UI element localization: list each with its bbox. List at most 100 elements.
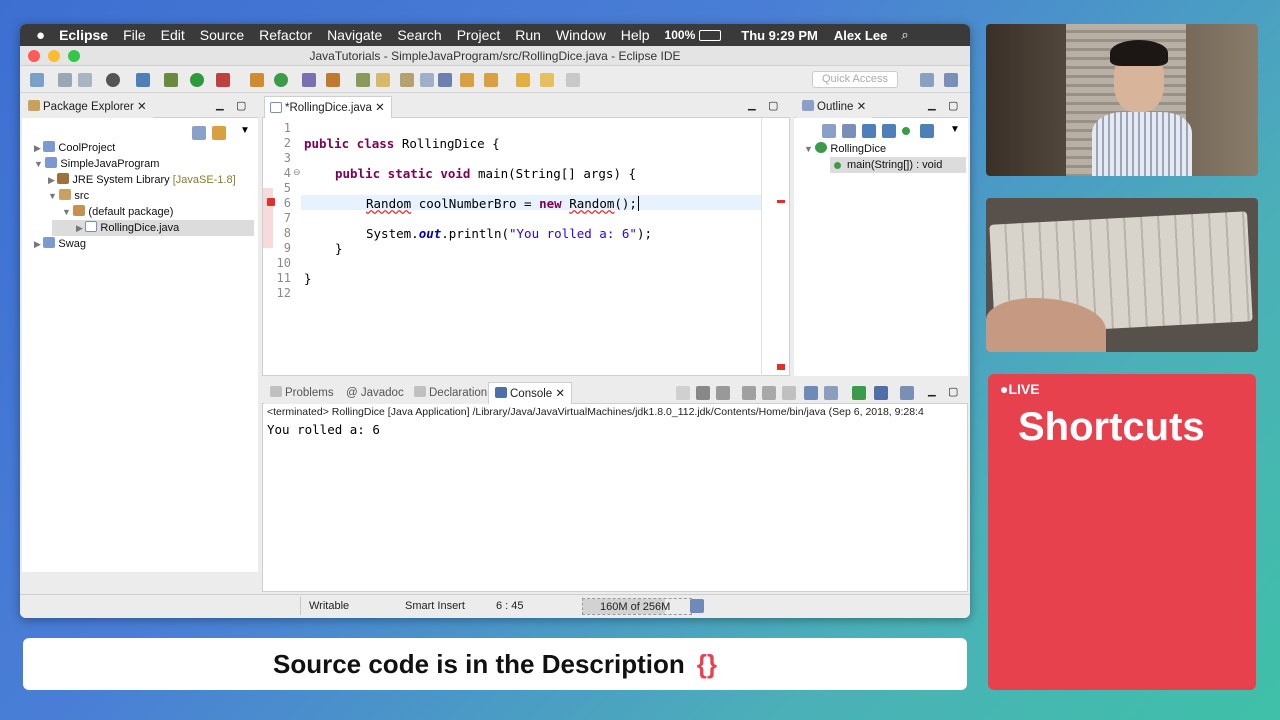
save-all-icon[interactable] bbox=[78, 73, 92, 87]
next-annotation-icon[interactable] bbox=[460, 73, 474, 87]
maximize-icon[interactable]: ▢ bbox=[768, 99, 778, 112]
view-menu-icon[interactable]: ▼ bbox=[950, 124, 960, 135]
new-class-icon[interactable] bbox=[274, 73, 288, 87]
tree-item-coolproject[interactable]: ▶ CoolProject bbox=[34, 140, 115, 156]
outline-class-item[interactable]: ▼ RollingDice bbox=[804, 141, 886, 157]
code-editor[interactable]: 1 2 3 4 5 6 7 8 9 10 11 12 ⊖ public clas… bbox=[262, 118, 790, 376]
menu-edit[interactable]: Edit bbox=[161, 27, 185, 43]
save-icon[interactable] bbox=[58, 73, 72, 87]
battery-icon[interactable] bbox=[699, 29, 722, 41]
quick-access-input[interactable]: Quick Access bbox=[812, 71, 898, 88]
tree-item-jre[interactable]: ▶ JRE System Library [JavaSE-1.8] bbox=[48, 172, 236, 188]
forward-icon[interactable] bbox=[566, 73, 580, 87]
apple-icon[interactable]: ● bbox=[36, 27, 45, 44]
chevron-down-icon[interactable]: ▼ bbox=[62, 207, 73, 217]
pilcrow-icon[interactable] bbox=[438, 73, 452, 87]
tab-outline[interactable]: Outline ✕ bbox=[796, 96, 873, 118]
menu-project[interactable]: Project bbox=[457, 27, 501, 43]
show-whitespace-icon[interactable] bbox=[420, 73, 434, 87]
clear-console-icon[interactable] bbox=[742, 386, 756, 400]
close-icon[interactable]: ✕ bbox=[555, 388, 565, 400]
tree-item-src[interactable]: ▼ src bbox=[48, 188, 89, 204]
menu-window[interactable]: Window bbox=[556, 27, 606, 43]
minimize-icon[interactable]: ▁ bbox=[928, 386, 936, 397]
tab-javadoc[interactable]: @ Javadoc bbox=[340, 382, 410, 404]
run-external-tool-icon[interactable] bbox=[216, 73, 230, 87]
tree-item-swag[interactable]: ▶ Swag bbox=[34, 236, 86, 252]
tree-item-rollingdice[interactable]: ▶ RollingDice.java bbox=[52, 220, 254, 236]
java-perspective-icon[interactable] bbox=[944, 73, 958, 87]
back-icon[interactable] bbox=[540, 73, 554, 87]
run-icon[interactable] bbox=[190, 73, 204, 87]
chevron-down-icon[interactable]: ▼ bbox=[804, 144, 815, 154]
menu-run[interactable]: Run bbox=[515, 27, 541, 43]
tab-console[interactable]: Console ✕ bbox=[488, 382, 573, 404]
menu-source[interactable]: Source bbox=[200, 27, 244, 43]
minimize-icon[interactable]: ▁ bbox=[928, 100, 936, 111]
chevron-right-icon[interactable]: ▶ bbox=[34, 239, 43, 249]
open-type-icon[interactable] bbox=[302, 73, 316, 87]
display-console-icon[interactable] bbox=[874, 386, 888, 400]
terminate-icon[interactable] bbox=[676, 386, 690, 400]
minimize-icon[interactable]: ▁ bbox=[216, 100, 224, 111]
link-with-editor-icon[interactable] bbox=[212, 126, 226, 140]
highlight-icon[interactable] bbox=[376, 73, 390, 87]
close-icon[interactable]: ✕ bbox=[137, 101, 147, 113]
menu-file[interactable]: File bbox=[123, 27, 146, 43]
fold-icon[interactable]: ⊖ bbox=[293, 167, 301, 178]
close-icon[interactable]: ✕ bbox=[375, 102, 385, 114]
status-insert-mode[interactable]: Smart Insert bbox=[405, 600, 465, 612]
tab-declaration[interactable]: Declaration bbox=[408, 382, 494, 404]
block-selection-icon[interactable] bbox=[400, 73, 414, 87]
search-tool-icon[interactable] bbox=[326, 73, 340, 87]
chevron-right-icon[interactable]: ▶ bbox=[76, 223, 85, 233]
zoom-window-button[interactable] bbox=[68, 50, 80, 62]
outline-method-item[interactable]: main(String[]) : void bbox=[830, 157, 966, 173]
tree-item-default-package[interactable]: ▼ (default package) bbox=[62, 204, 173, 220]
tree-item-simplejavaprogram[interactable]: ▼ SimpleJavaProgram bbox=[34, 156, 159, 172]
tab-package-explorer[interactable]: Package Explorer ✕ bbox=[22, 96, 153, 118]
close-window-button[interactable] bbox=[28, 50, 40, 62]
prev-annotation-icon[interactable] bbox=[484, 73, 498, 87]
console-panel[interactable]: <terminated> RollingDice [Java Applicati… bbox=[262, 404, 968, 592]
collapse-all-icon[interactable] bbox=[192, 126, 206, 140]
maximize-icon[interactable]: ▢ bbox=[948, 99, 958, 112]
chevron-right-icon[interactable]: ▶ bbox=[48, 175, 57, 185]
hide-nonpublic-icon[interactable] bbox=[902, 127, 910, 135]
pin-console-icon[interactable] bbox=[852, 386, 866, 400]
new-icon[interactable] bbox=[30, 73, 44, 87]
new-java-project-icon[interactable] bbox=[250, 73, 264, 87]
collapse-all-icon[interactable] bbox=[822, 124, 836, 138]
menu-refactor[interactable]: Refactor bbox=[259, 27, 312, 43]
word-wrap-icon[interactable] bbox=[782, 386, 796, 400]
scroll-lock-icon[interactable] bbox=[762, 386, 776, 400]
toggle-mark-occurrences-icon[interactable] bbox=[356, 73, 370, 87]
overview-error-marker[interactable] bbox=[777, 200, 785, 203]
skip-breakpoints-icon[interactable] bbox=[136, 73, 150, 87]
chevron-down-icon[interactable]: ▼ bbox=[48, 191, 59, 201]
close-icon[interactable]: ✕ bbox=[857, 101, 867, 113]
open-console-icon[interactable] bbox=[900, 386, 914, 400]
clock[interactable]: Thu 9:29 PM bbox=[741, 28, 818, 43]
user-name[interactable]: Alex Lee bbox=[834, 28, 887, 43]
view-menu-icon[interactable]: ▼ bbox=[240, 125, 250, 136]
menu-navigate[interactable]: Navigate bbox=[327, 27, 382, 43]
last-edit-icon[interactable] bbox=[516, 73, 530, 87]
overview-error-marker[interactable] bbox=[777, 364, 785, 370]
heap-status[interactable]: 160M of 256M bbox=[582, 598, 692, 615]
hide-local-types-icon[interactable] bbox=[920, 124, 934, 138]
minimize-window-button[interactable] bbox=[48, 50, 60, 62]
tab-rollingdice-java[interactable]: *RollingDice.java ✕ bbox=[264, 96, 392, 118]
target-icon[interactable] bbox=[106, 73, 120, 87]
remove-launch-icon[interactable] bbox=[696, 386, 710, 400]
open-perspective-icon[interactable] bbox=[920, 73, 934, 87]
hide-static-icon[interactable] bbox=[882, 124, 896, 138]
minimize-icon[interactable]: ▁ bbox=[748, 100, 756, 111]
tab-problems[interactable]: Problems bbox=[264, 382, 340, 404]
hide-fields-icon[interactable] bbox=[862, 124, 876, 138]
menu-search[interactable]: Search bbox=[397, 27, 441, 43]
maximize-icon[interactable]: ▢ bbox=[236, 99, 246, 112]
show-on-stdout-icon[interactable] bbox=[804, 386, 818, 400]
show-on-stderr-icon[interactable] bbox=[824, 386, 838, 400]
overview-ruler[interactable] bbox=[761, 118, 762, 376]
